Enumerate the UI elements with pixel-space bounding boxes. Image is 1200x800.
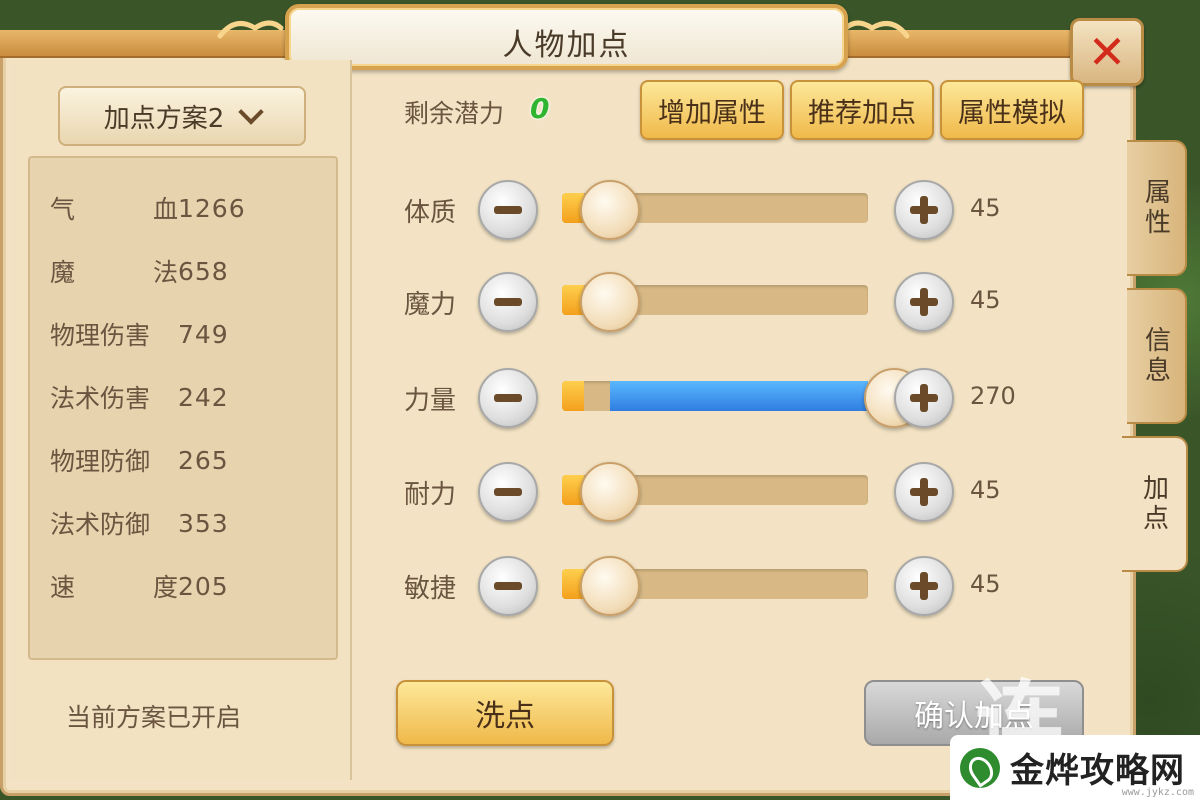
stat-row-speed: 速度 205 [50,568,229,604]
chevron-down-icon [238,99,264,125]
attribute-value: 45 [970,570,1001,598]
stat-row-magic-dmg: 法术伤害 242 [50,379,229,415]
attribute-value: 45 [970,194,1001,222]
plus-icon-vertical [920,196,928,224]
watermark-url: www.jykz.com [1121,787,1194,798]
stat-name: 物理防御 [50,447,151,476]
stat-value: 242 [178,382,229,412]
watermark: 金烨攻略网 www.jykz.com [950,735,1200,800]
attribute-value: 45 [970,476,1001,504]
cloud-ornament-right [843,20,910,39]
tab-add-points[interactable]: 加点 [1122,436,1188,572]
stat-value: 205 [178,571,229,601]
slider-knob[interactable] [580,180,640,240]
potential-value: 0 [530,92,550,125]
stat-row-phys-def: 物理防御 265 [50,442,229,478]
stat-value: 749 [178,319,229,349]
stat-name: 物理伤害 [50,321,151,350]
stat-name: 气血 [50,195,178,224]
recommend-points-button[interactable]: 推荐加点 [790,80,934,140]
attribute-simulate-button[interactable]: 属性模拟 [940,80,1084,140]
plus-icon-vertical [920,288,928,316]
slider-knob[interactable] [580,462,640,522]
slider-knob[interactable] [580,272,640,332]
scheme-dropdown-label: 加点方案2 [103,103,225,134]
tab-attributes[interactable]: 属性 [1127,140,1187,276]
decrease-button[interactable] [478,368,538,428]
plus-icon-vertical [920,384,928,412]
close-icon: ✕ [1087,25,1127,79]
increase-button[interactable] [894,462,954,522]
minus-icon [494,298,522,306]
slider-knob[interactable] [580,556,640,616]
minus-icon [494,488,522,496]
attribute-value: 45 [970,286,1001,314]
attribute-slider-track[interactable] [562,381,868,411]
increase-button[interactable] [894,272,954,332]
attribute-label: 力量 [404,386,457,416]
scheme-dropdown[interactable]: 加点方案2 [58,86,306,146]
decrease-button[interactable] [478,180,538,240]
plus-icon-vertical [920,572,928,600]
decrease-button[interactable] [478,272,538,332]
attribute-label: 耐力 [404,480,457,510]
title-plaque: 人物加点 [285,4,848,70]
scheme-status-text: 当前方案已开启 [66,703,242,732]
cloud-ornament-left [217,20,284,39]
slider-base-fill [562,381,584,411]
attribute-label: 体质 [404,198,457,228]
stat-name: 法术防御 [50,510,151,539]
decrease-button[interactable] [478,556,538,616]
increase-button[interactable] [894,556,954,616]
tab-info[interactable]: 信息 [1127,288,1187,424]
increase-button[interactable] [894,368,954,428]
stat-row-magic-def: 法术防御 353 [50,505,229,541]
close-button[interactable]: ✕ [1070,18,1144,86]
minus-icon [494,394,522,402]
attribute-label: 魔力 [404,290,457,320]
stat-value: 265 [178,445,229,475]
stat-value: 658 [178,256,229,286]
minus-icon [494,206,522,214]
leaf-logo-icon [960,747,1000,788]
plus-icon-vertical [920,478,928,506]
stat-value: 1266 [178,193,246,223]
stat-name: 速度 [50,573,178,602]
stat-value: 353 [178,508,229,538]
increase-button[interactable] [894,180,954,240]
potential-label: 剩余潜力 [404,99,505,128]
stat-name: 法术伤害 [50,384,151,413]
slider-added-fill [610,381,868,411]
stats-box: 气血 1266 魔法 658 物理伤害 749 法术伤害 242 物理防御 26… [28,156,338,660]
add-attribute-button[interactable]: 增加属性 [640,80,784,140]
stat-row-mp: 魔法 658 [50,253,229,289]
wash-points-button[interactable]: 洗点 [396,680,614,746]
stat-name: 魔法 [50,258,178,287]
minus-icon [494,582,522,590]
attribute-label: 敏捷 [404,574,457,604]
window-title: 人物加点 [502,28,631,63]
attribute-value: 270 [970,382,1016,410]
decrease-button[interactable] [478,462,538,522]
watermark-brand: 金烨攻略网 [1010,751,1185,791]
stat-row-phys-dmg: 物理伤害 749 [50,316,229,352]
stat-row-hp: 气血 1266 [50,190,246,226]
